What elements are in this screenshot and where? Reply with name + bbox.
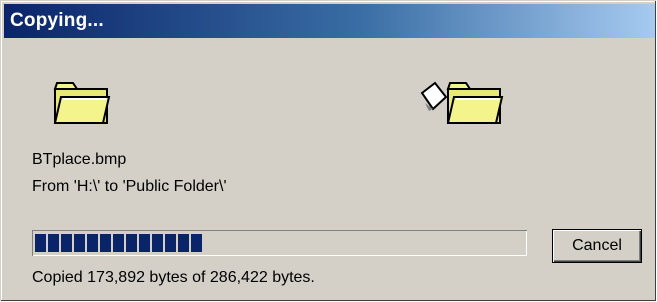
title-bar[interactable]: Copying... — [4, 4, 655, 38]
progress-block — [126, 234, 137, 252]
progress-block — [35, 234, 46, 252]
progress-block — [61, 234, 72, 252]
progress-block — [178, 234, 189, 252]
progress-block — [113, 234, 124, 252]
progress-bar — [32, 230, 527, 256]
progress-bar-fill — [35, 234, 524, 252]
copy-dialog: Copying... BTplace.bmp From 'H:\' to 'Pu… — [0, 0, 656, 301]
paper-file-icon — [420, 81, 448, 111]
source-folder-icon — [53, 82, 111, 124]
progress-block — [139, 234, 150, 252]
window-title: Copying... — [10, 10, 104, 31]
status-text: Copied 173,892 bytes of 286,422 bytes. — [32, 269, 315, 286]
progress-block — [100, 234, 111, 252]
progress-block — [165, 234, 176, 252]
copy-source-destination: From 'H:\' to 'Public Folder\' — [32, 178, 227, 195]
progress-block — [48, 234, 59, 252]
cancel-button[interactable]: Cancel — [552, 229, 642, 263]
progress-block — [152, 234, 163, 252]
progress-block — [87, 234, 98, 252]
destination-folder-icon — [446, 82, 504, 124]
progress-block — [191, 234, 202, 252]
progress-block — [74, 234, 85, 252]
file-name: BTplace.bmp — [32, 151, 127, 168]
